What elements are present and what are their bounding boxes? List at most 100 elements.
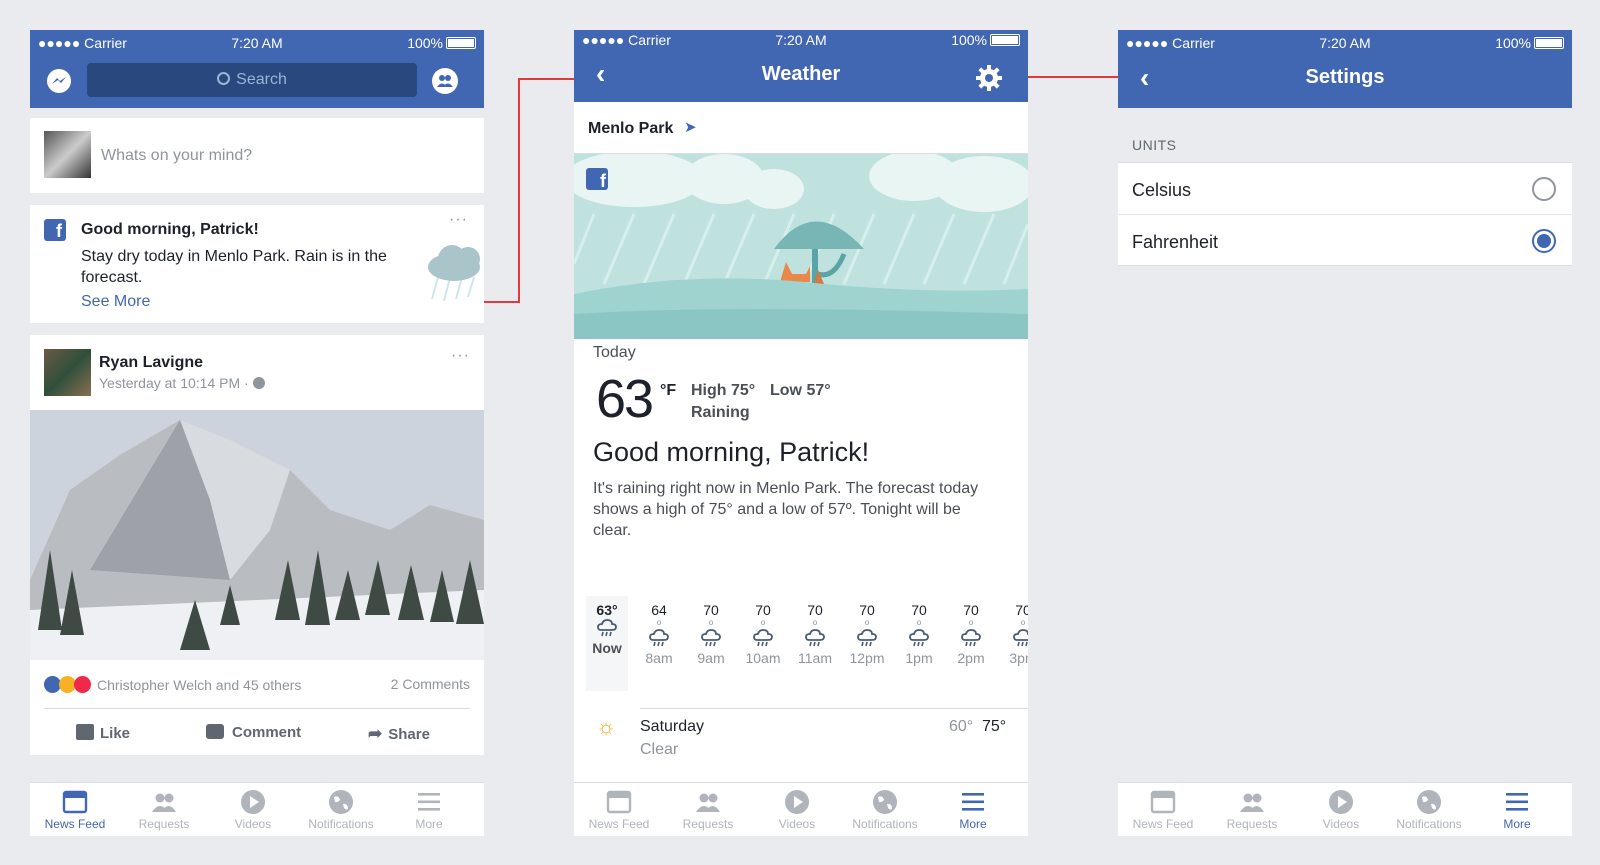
- high-temp: High 75°: [691, 382, 756, 399]
- tab-notifications[interactable]: Notifications: [1384, 783, 1474, 836]
- precip-dot-icon: o: [760, 618, 766, 627]
- reactions-summary[interactable]: Christopher Welch and 45 others: [44, 676, 301, 693]
- hourly-time: 12pm: [849, 650, 885, 666]
- tab-label: Requests: [682, 817, 734, 831]
- option-label: Celsius: [1132, 180, 1192, 200]
- search-icon: [217, 72, 231, 85]
- news-feed-icon: [62, 790, 88, 814]
- battery-indicator: 100%: [407, 35, 476, 51]
- tab-label: Notifications: [308, 817, 374, 831]
- tab-more[interactable]: More: [928, 783, 1018, 836]
- hourly-time: Now: [592, 640, 622, 656]
- tab-more[interactable]: More: [1472, 783, 1562, 836]
- tab-label: Videos: [234, 817, 272, 831]
- weather-greeting-card[interactable]: f ··· Good morning, Patrick! Stay dry to…: [30, 205, 484, 323]
- composer-placeholder[interactable]: Whats on your mind?: [101, 147, 252, 165]
- daily-row[interactable]: ☼ Saturday Clear 60° 75°: [574, 710, 1028, 770]
- hourly-item: 70 o 11am: [789, 602, 841, 666]
- post-author[interactable]: Ryan Lavigne: [99, 354, 203, 372]
- rain-cloud-icon: [753, 629, 773, 647]
- globe-icon: [873, 790, 897, 814]
- composer[interactable]: Whats on your mind?: [30, 118, 484, 193]
- tab-label: Requests: [1226, 817, 1278, 831]
- tab-bar: News Feed Requests Videos Notifications …: [1118, 782, 1572, 836]
- hourly-time: 8am: [645, 650, 673, 666]
- precip-dot-icon: o: [968, 618, 974, 627]
- friends-icon[interactable]: [431, 67, 459, 95]
- requests-icon: [152, 793, 176, 812]
- option-celsius[interactable]: Celsius: [1118, 163, 1572, 215]
- weather-illustration: f: [574, 154, 1028, 339]
- comments-count[interactable]: 2 Comments: [391, 676, 470, 692]
- settings-screen: ●●●●● Carrier 7:20 AM 100% ‹ Settings UN…: [1118, 30, 1572, 836]
- radio-selected[interactable]: [1532, 229, 1556, 253]
- daily-condition: Clear: [640, 741, 679, 758]
- tab-label: Notifications: [1396, 817, 1462, 831]
- tab-label: Notifications: [852, 817, 918, 831]
- tab-notifications[interactable]: Notifications: [840, 783, 930, 836]
- search-input[interactable]: Search: [87, 63, 417, 97]
- tab-videos[interactable]: Videos: [208, 783, 298, 836]
- tab-notifications[interactable]: Notifications: [296, 783, 386, 836]
- share-label: Share: [388, 726, 430, 743]
- tab-label: More: [1503, 817, 1531, 831]
- weather-card-title: Good morning, Patrick!: [81, 221, 259, 238]
- current-temp: 63: [596, 369, 654, 429]
- tab-requests[interactable]: Requests: [119, 783, 209, 836]
- tab-videos[interactable]: Videos: [752, 783, 842, 836]
- rain-cloud-icon: [909, 629, 929, 647]
- battery-icon: [446, 37, 476, 49]
- location-arrow-icon: ➤: [684, 119, 697, 136]
- tab-news-feed[interactable]: News Feed: [574, 783, 664, 836]
- comment-button[interactable]: Comment: [206, 724, 301, 741]
- more-options-icon[interactable]: ···: [451, 347, 470, 365]
- love-reaction-icon: [74, 676, 91, 693]
- tab-requests[interactable]: Requests: [663, 783, 753, 836]
- radio-unselected[interactable]: [1532, 177, 1556, 201]
- play-icon: [1329, 790, 1353, 814]
- option-fahrenheit[interactable]: Fahrenheit: [1118, 215, 1572, 267]
- daily-day: Saturday: [640, 718, 705, 735]
- rain-cloud-icon: [597, 619, 617, 637]
- hourly-time: 9am: [697, 650, 725, 666]
- requests-icon: [1240, 793, 1264, 812]
- gear-icon[interactable]: [975, 64, 1003, 92]
- tab-videos[interactable]: Videos: [1296, 783, 1386, 836]
- post-photo[interactable]: [30, 410, 484, 660]
- page-title: Settings: [1305, 66, 1385, 88]
- more-options-icon[interactable]: ···: [449, 211, 468, 229]
- news-feed-icon: [606, 790, 632, 814]
- hourly-item: 64 o 8am: [633, 602, 685, 666]
- option-label: Fahrenheit: [1132, 232, 1219, 252]
- tab-label: News Feed: [44, 817, 106, 831]
- tab-more[interactable]: More: [384, 783, 474, 836]
- globe-icon: [329, 790, 353, 814]
- hourly-item: 70 o 2pm: [945, 602, 997, 666]
- post-time: Yesterday at 10:14 PM ·: [99, 375, 253, 391]
- tab-news-feed[interactable]: News Feed: [30, 783, 120, 836]
- comment-icon: [206, 724, 224, 739]
- share-button[interactable]: ➦ Share: [368, 724, 430, 744]
- reactions-label: Christopher Welch and 45 others: [97, 677, 302, 693]
- author-avatar[interactable]: [44, 349, 91, 396]
- like-button[interactable]: Like: [76, 724, 130, 742]
- tab-label: More: [959, 817, 987, 831]
- tab-label: News Feed: [588, 817, 650, 831]
- tab-requests[interactable]: Requests: [1207, 783, 1297, 836]
- post: Ryan Lavigne Yesterday at 10:14 PM · ···…: [30, 335, 484, 755]
- hourly-temp: 70: [1015, 602, 1028, 618]
- facebook-icon: f: [44, 219, 66, 241]
- see-more-link[interactable]: See More: [81, 293, 150, 311]
- messenger-icon[interactable]: [45, 67, 73, 95]
- precip-dot-icon: o: [1020, 618, 1026, 627]
- nav-bar: ●●●●● Carrier 7:20 AM 100% ‹ Weather: [574, 30, 1028, 102]
- hourly-time: 10am: [745, 650, 781, 666]
- hourly-temp: 70: [807, 602, 823, 618]
- hourly-temp: 64: [651, 602, 667, 618]
- location-header[interactable]: Menlo Park ➤: [574, 102, 1028, 154]
- hourly-item: 70 o 10am: [737, 602, 789, 666]
- rain-cloud-icon: [649, 629, 669, 647]
- weather-card-body: Stay dry today in Menlo Park. Rain is in…: [81, 248, 387, 286]
- play-icon: [241, 790, 265, 814]
- tab-news-feed[interactable]: News Feed: [1118, 783, 1208, 836]
